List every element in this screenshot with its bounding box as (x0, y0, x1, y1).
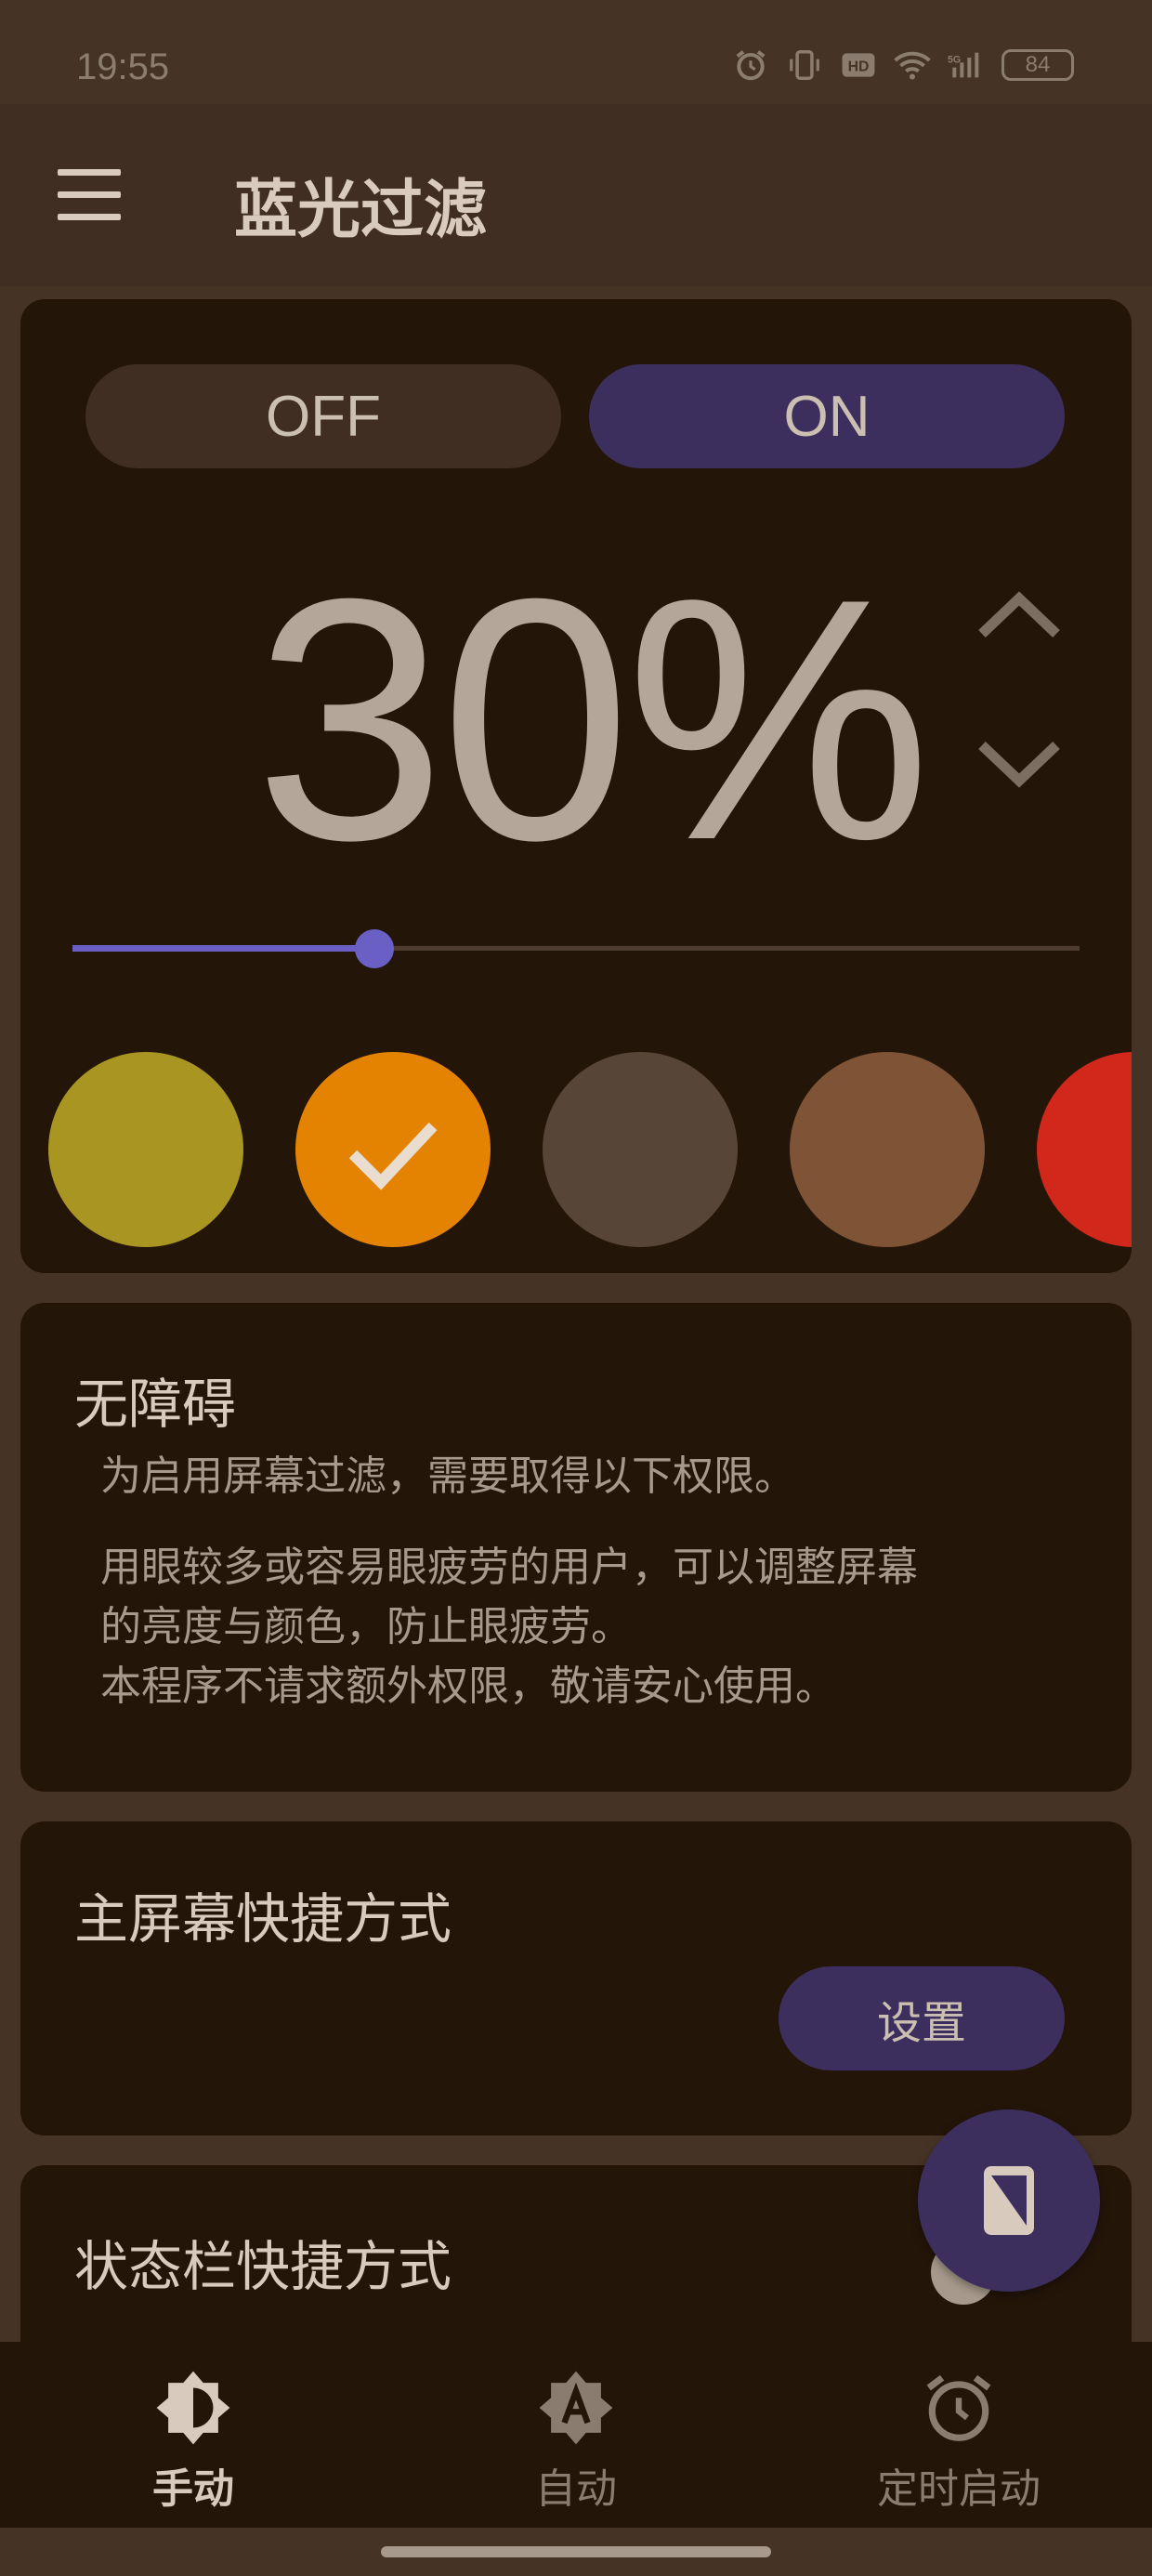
intensity-slider[interactable] (72, 929, 1080, 968)
nav-label-manual: 手动 (152, 2465, 234, 2513)
hamburger-menu-icon[interactable] (58, 169, 121, 221)
hd-icon: HD (840, 46, 877, 84)
page-title: 蓝光过滤 (234, 174, 488, 247)
app-bar: 蓝光过滤 (0, 104, 1152, 286)
slider-fill (72, 945, 374, 952)
statusbar-shortcut-title: 状态栏快捷方式 (74, 2235, 452, 2298)
slider-thumb[interactable] (355, 929, 394, 968)
dark-brown-swatch[interactable] (543, 1052, 738, 1247)
off-button[interactable]: OFF (85, 364, 561, 468)
home-shortcut-card: 主屏幕快捷方式 设置 (20, 1821, 1132, 2136)
description-line-1: 用眼较多或容易眼疲劳的用户，可以调整屏幕 (100, 1544, 918, 1591)
home-shortcut-title: 主屏幕快捷方式 (74, 1887, 452, 1951)
decrease-chevron-down-icon[interactable] (959, 727, 1080, 801)
battery-icon: 84 (1001, 49, 1074, 81)
svg-text:5G: 5G (948, 54, 961, 65)
brown-swatch[interactable] (790, 1052, 985, 1247)
permission-notice: 为启用屏幕过滤，需要取得以下权限。 (100, 1452, 795, 1500)
bottom-navigation: 手动 自动 定时启动 (0, 2342, 1152, 2528)
wifi-icon (894, 46, 931, 84)
on-button[interactable]: ON (589, 364, 1065, 468)
home-gesture-bar[interactable] (381, 2546, 771, 2557)
nav-tab-manual[interactable]: 手动 (54, 2342, 333, 2528)
brightness-half-icon (151, 2366, 235, 2450)
alarm-icon (732, 46, 769, 84)
status-bar: 19:55 HD 5G 84 (0, 0, 1152, 104)
orange-swatch[interactable] (295, 1052, 491, 1247)
red-swatch[interactable] (1037, 1052, 1132, 1247)
nav-tab-timer[interactable]: 定时启动 (819, 2342, 1098, 2528)
nav-label-timer: 定时启动 (877, 2465, 1041, 2513)
description-line-3: 本程序不请求额外权限，敬请安心使用。 (100, 1663, 836, 1710)
status-icons: HD 5G 84 (732, 46, 1074, 84)
filter-card: OFF ON 30% (20, 299, 1132, 1273)
nav-tab-auto[interactable]: 自动 (437, 2342, 715, 2528)
nav-label-auto: 自动 (535, 2465, 617, 2513)
status-time: 19:55 (76, 46, 170, 87)
alarm-clock-icon (917, 2366, 1001, 2450)
auto-brightness-icon (534, 2366, 618, 2450)
description-line-2: 的亮度与颜色，防止眼疲劳。 (100, 1603, 632, 1650)
gesture-area (0, 2528, 1152, 2576)
quick-toggle-fab[interactable] (918, 2109, 1100, 2292)
increase-chevron-up-icon[interactable] (959, 578, 1080, 652)
accessibility-title: 无障碍 (74, 1373, 237, 1436)
setup-button[interactable]: 设置 (779, 1966, 1065, 2070)
accessibility-card[interactable]: 无障碍 为启用屏幕过滤，需要取得以下权限。 用眼较多或容易眼疲劳的用户，可以调整… (20, 1303, 1132, 1792)
yellow-swatch[interactable] (48, 1052, 243, 1247)
intensity-readout: 30% (255, 528, 932, 912)
checkmark-icon (348, 1122, 438, 1190)
vibrate-icon (786, 46, 823, 84)
svg-text:HD: HD (848, 59, 870, 74)
signal-5g-icon: 5G (948, 46, 985, 84)
phone-screen-icon (984, 2166, 1034, 2235)
